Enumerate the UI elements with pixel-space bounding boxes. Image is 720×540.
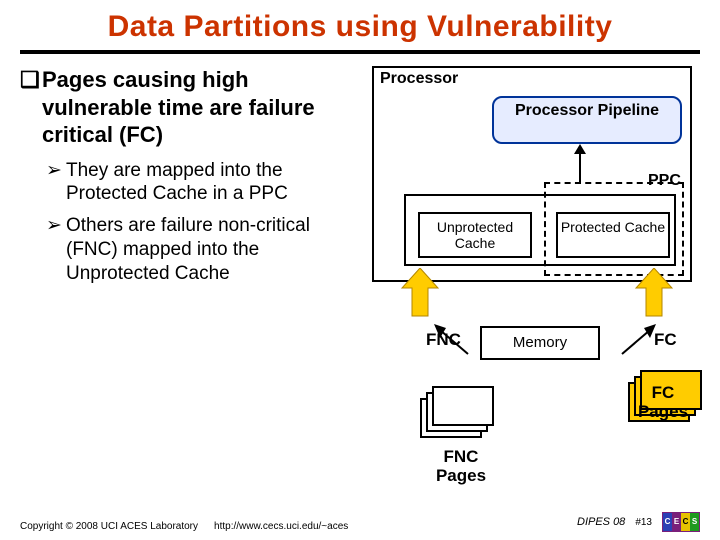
footer: Copyright © 2008 UCI ACES Laboratory htt… xyxy=(20,512,700,532)
bullet-sub-1: ➢ They are mapped into the Protected Cac… xyxy=(46,159,362,207)
diagram-column: Processor Processor Pipeline PPC Unprote… xyxy=(362,66,700,293)
logo-letter: C xyxy=(663,513,672,531)
bullet-square-icon: ❑ xyxy=(20,66,42,149)
processor-box: Processor Processor Pipeline PPC Unprote… xyxy=(372,66,692,282)
slide: Data Partitions using Vulnerability ❑ Pa… xyxy=(0,0,720,540)
fc-pages-label-a: FC xyxy=(628,384,698,403)
fc-label: FC xyxy=(654,330,677,350)
slide-number: #13 xyxy=(635,517,652,528)
logo-letter: E xyxy=(672,513,681,531)
text-column: ❑ Pages causing high vulnerable time are… xyxy=(20,66,362,293)
bullet-sub-2: ➢ Others are failure non-critical (FNC) … xyxy=(46,214,362,285)
arrow-up-left-icon xyxy=(428,320,478,369)
cecs-logo: C E C S xyxy=(662,512,700,532)
bullet-sub-2-text: Others are failure non-critical (FNC) ma… xyxy=(66,214,362,285)
slide-body: ❑ Pages causing high vulnerable time are… xyxy=(0,66,720,293)
logo-letter: C xyxy=(681,513,690,531)
memory-box: Memory xyxy=(480,326,600,360)
bullet-sub-1-text: They are mapped into the Protected Cache… xyxy=(66,159,362,207)
page-icon xyxy=(432,386,494,426)
footer-right: DIPES 08 #13 C E C S xyxy=(577,512,700,532)
bullet-main-text: Pages causing high vulnerable time are f… xyxy=(42,66,362,149)
fc-pages-label: FC Pages xyxy=(628,384,698,421)
bullet-main: ❑ Pages causing high vulnerable time are… xyxy=(20,66,362,149)
memory-row: FNC Memory FC xyxy=(370,320,710,364)
footer-url: http://www.cecs.uci.edu/~aces xyxy=(214,521,348,532)
logo-letter: S xyxy=(690,513,699,531)
processor-label: Processor xyxy=(380,70,458,88)
copyright-text: Copyright © 2008 UCI ACES Laboratory xyxy=(20,521,198,532)
cache-group: Unprotected Cache Protected Cache xyxy=(404,180,676,270)
fc-pages-label-b: Pages xyxy=(628,403,698,422)
fnc-page-stack xyxy=(420,386,498,442)
processor-pipeline-box: Processor Pipeline xyxy=(492,96,682,144)
conference-name: DIPES 08 xyxy=(577,516,625,528)
unprotected-cache-box: Unprotected Cache xyxy=(418,212,532,258)
protected-cache-box: Protected Cache xyxy=(556,212,670,258)
fnc-pages-label: FNC Pages xyxy=(426,448,496,485)
title-rule xyxy=(20,50,700,54)
chevron-right-icon: ➢ xyxy=(46,159,66,207)
chevron-right-icon: ➢ xyxy=(46,214,66,285)
slide-title: Data Partitions using Vulnerability xyxy=(0,0,720,50)
